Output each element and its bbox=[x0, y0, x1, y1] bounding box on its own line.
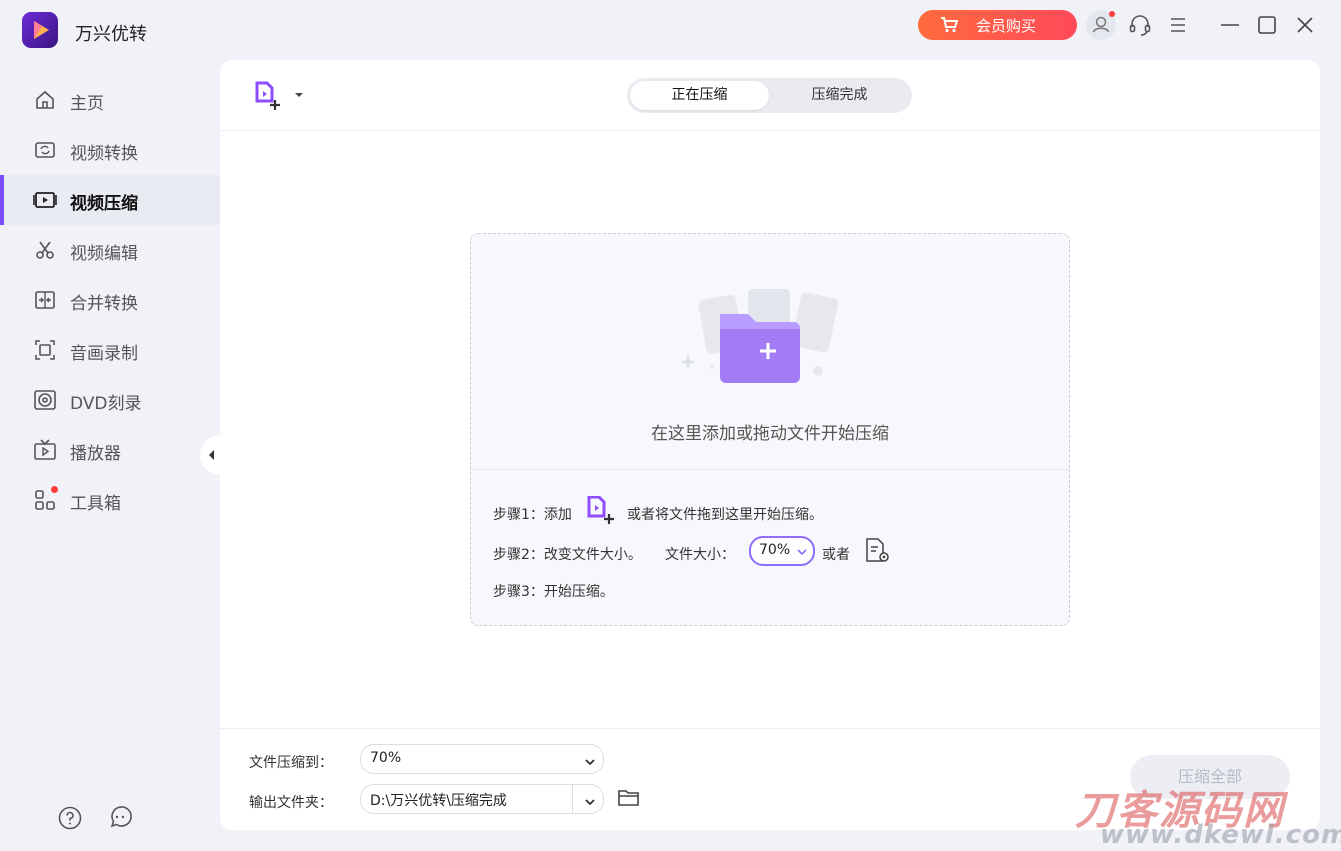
chevron-down-icon bbox=[585, 794, 595, 810]
tab-compressed[interactable]: 压缩完成 bbox=[770, 81, 909, 110]
app-title: 万兴优转 bbox=[75, 24, 147, 45]
sidebar-item-toolbox[interactable]: 工具箱 bbox=[0, 475, 220, 525]
sidebar-item-label: 合并转换 bbox=[70, 294, 138, 314]
compress-to-label: 文件压缩到： bbox=[249, 755, 333, 771]
add-file-button[interactable] bbox=[253, 80, 313, 112]
file-size-percent-value: 70% bbox=[759, 542, 791, 558]
or-text: 或者 bbox=[822, 547, 850, 563]
file-drop-zone[interactable]: 在这里添加或拖动文件开始压缩 步骤1：添加 或者将文件拖到这里开始压缩。 步骤2… bbox=[470, 233, 1070, 626]
sidebar-item-video-compress[interactable]: 视频压缩 bbox=[0, 175, 220, 225]
maximize-icon[interactable] bbox=[1252, 10, 1282, 40]
output-folder-value: D:\万兴优转\压缩完成 bbox=[370, 793, 507, 809]
drop-zone-hint: 在这里添加或拖动文件开始压缩 bbox=[651, 424, 889, 444]
app-logo bbox=[22, 12, 58, 48]
main-header: 正在压缩 压缩完成 bbox=[220, 60, 1320, 131]
sidebar-item-dvd[interactable]: DVD刻录 bbox=[0, 375, 220, 425]
compress-to-select[interactable]: 70% bbox=[360, 744, 604, 774]
notification-dot bbox=[1109, 11, 1115, 17]
sidebar: 主页 视频转换 视频压缩 视频编辑 合并转换 音画录制 DVD刻录 播放器 工具… bbox=[0, 75, 220, 525]
vip-purchase-button[interactable]: 会员购买 bbox=[918, 10, 1077, 40]
add-file-icon bbox=[253, 81, 313, 116]
toolbox-badge-dot bbox=[51, 486, 58, 493]
user-avatar-icon[interactable] bbox=[1086, 10, 1116, 40]
help-icon[interactable] bbox=[57, 805, 83, 831]
step2-prefix: 步骤2：改变文件大小。 bbox=[493, 547, 642, 563]
video-convert-icon bbox=[33, 138, 57, 162]
sidebar-item-player[interactable]: 播放器 bbox=[0, 425, 220, 475]
sidebar-item-label: 视频编辑 bbox=[70, 244, 138, 264]
sidebar-item-label: 音画录制 bbox=[70, 344, 138, 364]
compress-to-value: 70% bbox=[370, 750, 402, 766]
sidebar-item-merge[interactable]: 合并转换 bbox=[0, 275, 220, 325]
file-size-label: 文件大小： bbox=[665, 547, 735, 563]
headset-support-icon[interactable] bbox=[1125, 10, 1155, 40]
home-icon bbox=[33, 88, 57, 112]
watermark-url: www.dkewl.com bbox=[1100, 820, 1341, 850]
open-folder-icon[interactable] bbox=[617, 786, 641, 810]
sidebar-item-label: 播放器 bbox=[70, 444, 121, 464]
vip-purchase-label: 会员购买 bbox=[976, 17, 1037, 35]
sidebar-item-label: 视频压缩 bbox=[70, 194, 138, 214]
scissors-icon bbox=[33, 238, 57, 262]
output-folder-select[interactable]: D:\万兴优转\压缩完成 bbox=[360, 784, 604, 814]
output-folder-label: 输出文件夹： bbox=[249, 795, 333, 811]
video-compress-icon bbox=[33, 188, 57, 212]
step1-prefix: 步骤1：添加 bbox=[493, 507, 572, 523]
step3-text: 步骤3：开始压缩。 bbox=[493, 584, 614, 600]
divider bbox=[572, 785, 573, 813]
file-size-percent-select[interactable]: 70% bbox=[749, 536, 815, 566]
sidebar-item-screen-record[interactable]: 音画录制 bbox=[0, 325, 220, 375]
sidebar-item-label: 主页 bbox=[70, 94, 104, 114]
tv-player-icon bbox=[33, 438, 57, 462]
watermark: 刀客源码网 www.dkewl.com bbox=[1075, 770, 1341, 850]
compression-settings-icon[interactable] bbox=[863, 536, 893, 566]
sidebar-item-label: DVD刻录 bbox=[70, 394, 142, 414]
chevron-down-icon bbox=[797, 544, 807, 560]
sidebar-item-video-edit[interactable]: 视频编辑 bbox=[0, 225, 220, 275]
minimize-icon[interactable] bbox=[1215, 10, 1245, 40]
sidebar-item-home[interactable]: 主页 bbox=[0, 75, 220, 125]
add-folder-illustration bbox=[676, 279, 866, 399]
sidebar-item-label: 工具箱 bbox=[70, 494, 121, 514]
feedback-icon[interactable] bbox=[107, 805, 133, 831]
close-icon[interactable] bbox=[1290, 10, 1320, 40]
sidebar-item-video-convert[interactable]: 视频转换 bbox=[0, 125, 220, 175]
merge-icon bbox=[33, 288, 57, 312]
disc-icon bbox=[33, 388, 57, 412]
cart-icon bbox=[940, 17, 959, 37]
menu-icon[interactable] bbox=[1163, 10, 1193, 40]
tab-compressing[interactable]: 正在压缩 bbox=[630, 81, 769, 110]
sidebar-item-label: 视频转换 bbox=[70, 144, 138, 164]
screen-record-icon bbox=[33, 338, 57, 362]
main-panel: 正在压缩 压缩完成 在这里添加或拖动文件开始压缩 步骤1：添加 或者将文件拖到这… bbox=[220, 60, 1320, 830]
divider bbox=[471, 469, 1069, 470]
step1-suffix: 或者将文件拖到这里开始压缩。 bbox=[627, 507, 823, 523]
chevron-down-icon bbox=[585, 754, 595, 770]
compress-status-tabs: 正在压缩 压缩完成 bbox=[627, 78, 912, 113]
add-file-icon[interactable] bbox=[587, 495, 619, 526]
title-bar: 万兴优转 会员购买 bbox=[0, 0, 1341, 60]
